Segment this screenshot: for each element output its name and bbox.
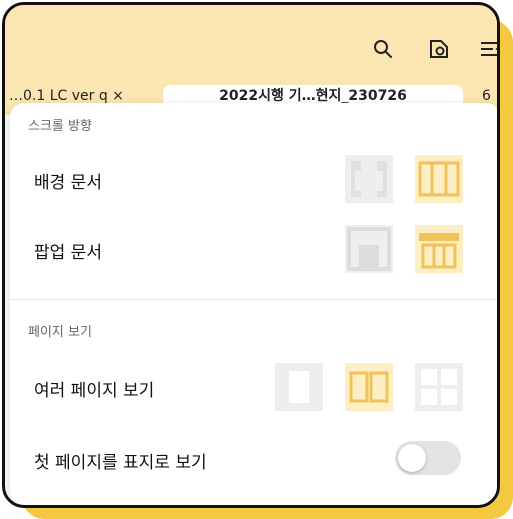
section-divider <box>10 299 497 300</box>
popup-doc-label: 팝업 문서 <box>34 243 102 263</box>
popup-doc-horizontal-option[interactable] <box>415 225 463 273</box>
toggle-knob <box>398 444 426 472</box>
background-doc-horizontal-option[interactable] <box>415 155 463 203</box>
app-window: …0.1 LC ver q × 2022시행 기…현지_230726 6 스크롤… <box>2 2 500 508</box>
single-page-option[interactable] <box>275 363 323 411</box>
background-doc-label: 배경 문서 <box>34 173 102 193</box>
cover-page-label: 첫 페이지를 표지로 보기 <box>34 453 207 473</box>
background-doc-vertical-option[interactable] <box>345 155 393 203</box>
multi-page-label: 여러 페이지 보기 <box>34 381 155 401</box>
grid-page-option[interactable] <box>415 363 463 411</box>
popup-doc-vertical-option[interactable] <box>345 225 393 273</box>
cover-page-toggle[interactable] <box>395 441 461 475</box>
top-toolbar <box>5 5 497 85</box>
scroll-direction-title: 스크롤 방향 <box>28 119 92 134</box>
view-settings-popup: 스크롤 방향 배경 문서 팝업 문서 페이지 보기 여러 페이지 보기 첫 페이… <box>10 103 497 505</box>
page-view-title: 페이지 보기 <box>28 325 92 340</box>
search-icon[interactable] <box>371 37 395 61</box>
two-page-option[interactable] <box>345 363 393 411</box>
menu-icon[interactable] <box>479 37 497 61</box>
settings-icon[interactable] <box>427 37 451 61</box>
